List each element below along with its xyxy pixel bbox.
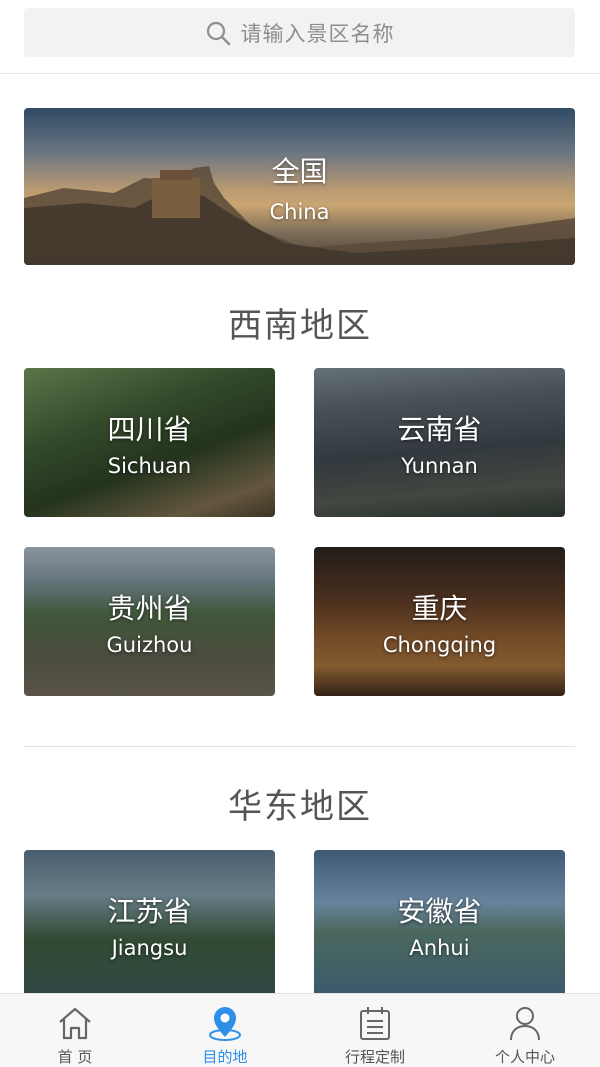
banner-title-en: China xyxy=(269,200,330,224)
card-title-en: Jiangsu xyxy=(111,936,188,960)
tab-label: 个人中心 xyxy=(494,1048,555,1066)
card-jiangsu[interactable]: 江苏省 Jiangsu xyxy=(24,850,275,993)
card-title-en: Yunnan xyxy=(401,454,478,478)
card-sichuan[interactable]: 四川省 Sichuan xyxy=(24,368,275,517)
search-icon xyxy=(205,20,231,46)
card-title-cn: 贵州省 xyxy=(107,592,192,625)
calendar-icon xyxy=(356,1004,394,1042)
location-pin-icon xyxy=(206,1004,244,1042)
card-title-cn: 云南省 xyxy=(397,413,482,446)
card-title-en: Chongqing xyxy=(382,633,497,657)
card-chongqing[interactable]: 重庆 Chongqing xyxy=(314,547,565,696)
tab-profile[interactable]: 个人中心 xyxy=(450,994,600,1067)
card-title-cn: 四川省 xyxy=(107,413,192,446)
section-title-southwest: 西南地区 xyxy=(228,306,372,346)
card-title-cn: 江苏省 xyxy=(107,895,192,928)
top-bar: 请输入景区名称 xyxy=(0,0,600,74)
tab-destination[interactable]: 目的地 xyxy=(150,994,300,1067)
search-placeholder: 请输入景区名称 xyxy=(240,21,395,46)
section-divider xyxy=(24,746,575,747)
card-title-en: Sichuan xyxy=(107,454,192,478)
card-yunnan[interactable]: 云南省 Yunnan xyxy=(314,368,565,517)
bottom-tab-bar: 首 页 目的地 行程定制 个人中心 xyxy=(0,993,600,1067)
banner-title-cn: 全国 xyxy=(271,155,328,188)
card-guizhou[interactable]: 贵州省 Guizhou xyxy=(24,547,275,696)
card-title-cn: 重庆 xyxy=(411,592,468,625)
user-icon xyxy=(506,1004,544,1042)
section-title-east-china: 华东地区 xyxy=(228,787,372,827)
tab-label: 行程定制 xyxy=(344,1048,405,1066)
tab-home[interactable]: 首 页 xyxy=(0,994,150,1067)
destination-list[interactable]: 全国 China 西南地区 四川省 Sichuan 云南省 Yunnan 贵州省… xyxy=(0,74,600,993)
banner-china[interactable]: 全国 China xyxy=(24,108,575,265)
tab-itinerary[interactable]: 行程定制 xyxy=(300,994,450,1067)
tab-label: 首 页 xyxy=(57,1048,93,1066)
card-title-cn: 安徽省 xyxy=(397,895,482,928)
home-icon xyxy=(56,1004,94,1042)
card-title-en: Guizhou xyxy=(106,633,193,657)
card-anhui[interactable]: 安徽省 Anhui xyxy=(314,850,565,993)
tab-label: 目的地 xyxy=(202,1048,248,1066)
card-title-en: Anhui xyxy=(409,936,470,960)
search-input[interactable]: 请输入景区名称 xyxy=(24,8,575,57)
